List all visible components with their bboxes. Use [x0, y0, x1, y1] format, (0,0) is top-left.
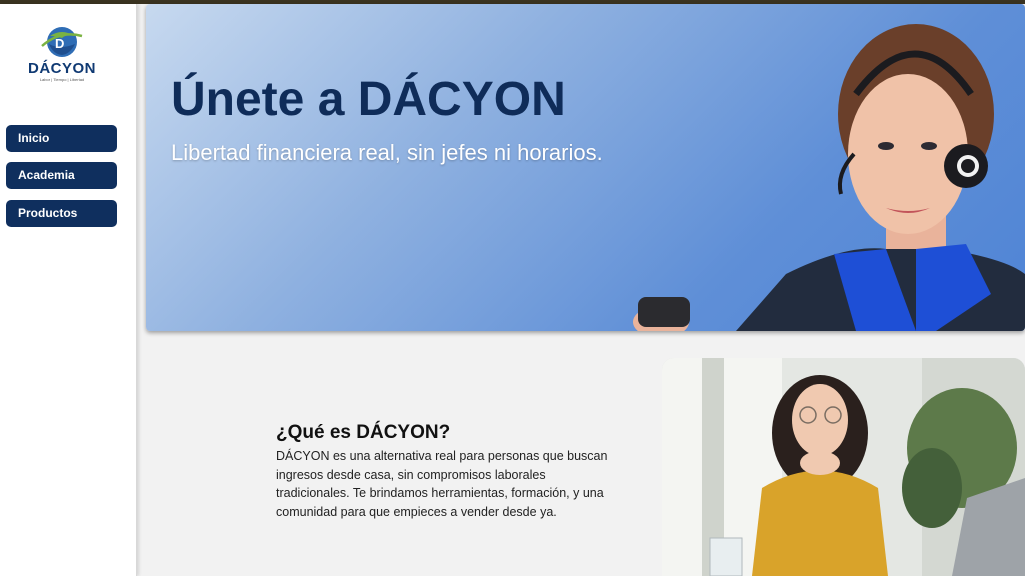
hero-title: Únete a DÁCYON — [171, 73, 566, 126]
sidebar-item-productos[interactable]: Productos — [6, 200, 117, 227]
about-text: DÁCYON es una alternativa real para pers… — [276, 449, 608, 519]
svg-text:D: D — [55, 36, 64, 51]
brand-logo[interactable]: D DÁCYON Labor | Tiempo | Libertad — [20, 24, 104, 84]
call-agent-photo — [633, 24, 1025, 331]
sidebar-item-academia[interactable]: Academia — [6, 162, 117, 189]
about-section: ¿Qué es DÁCYON? DÁCYON es una alternativ… — [146, 340, 1025, 576]
office-photo-illustration — [662, 358, 1025, 576]
hero-subtitle: Libertad financiera real, sin jefes ni h… — [171, 140, 603, 165]
brand-name: DÁCYON — [27, 60, 96, 77]
sidebar-item-inicio[interactable]: Inicio — [6, 125, 117, 152]
globe-logo-icon: D — [41, 27, 83, 57]
hero-banner: Únete a DÁCYON Libertad financiera real,… — [146, 4, 1025, 331]
brand-tagline: Labor | Tiempo | Libertad — [39, 77, 85, 82]
sidebar: D DÁCYON Labor | Tiempo | Libertad Inici… — [0, 4, 137, 576]
about-title: ¿Qué es DÁCYON? — [276, 422, 451, 443]
office-woman-photo — [662, 358, 1025, 576]
